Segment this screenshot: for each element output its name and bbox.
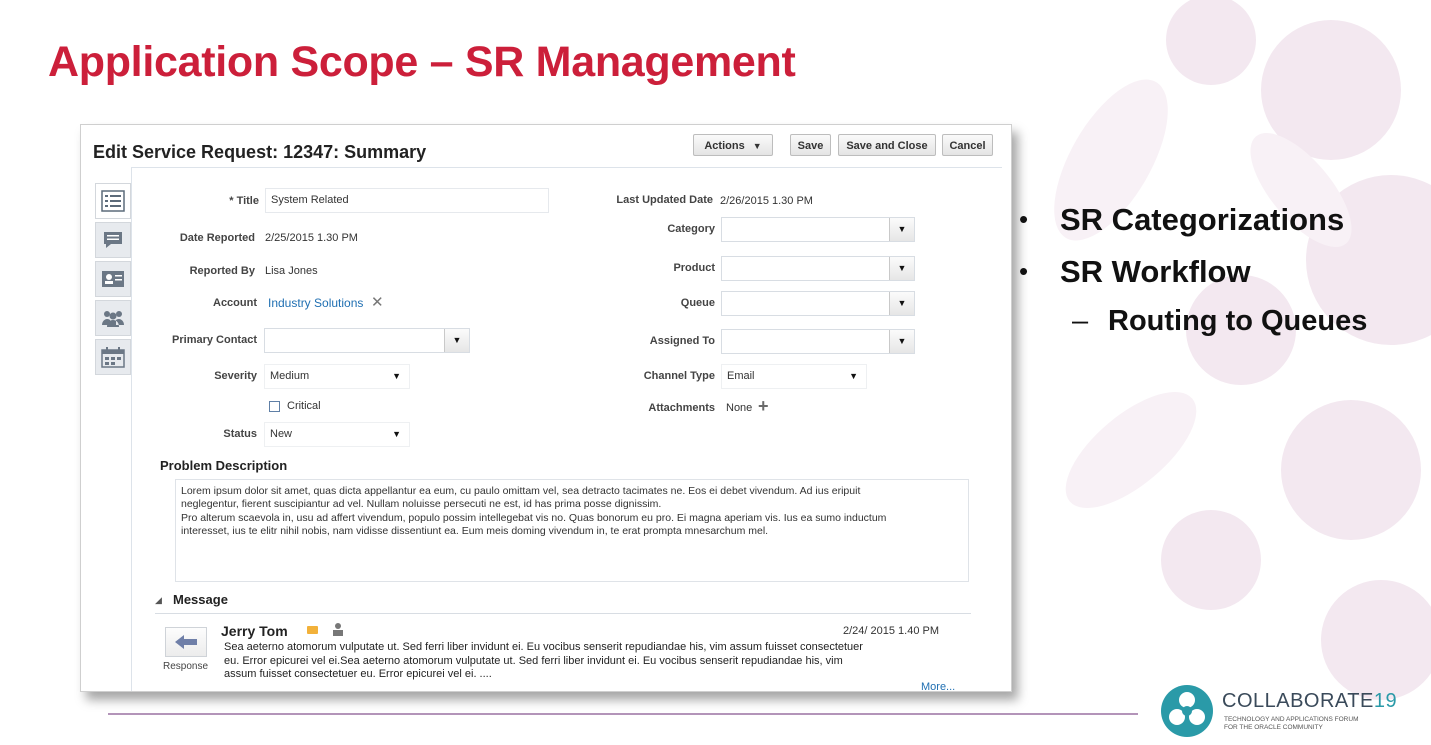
logo-tagline-line: TECHNOLOGY AND APPLICATIONS FORUM xyxy=(1224,716,1359,723)
email-icon xyxy=(307,626,318,634)
primary-contact-label: Primary Contact xyxy=(172,334,257,346)
more-link[interactable]: More... xyxy=(921,681,955,691)
problem-description-textarea[interactable]: Lorem ipsum dolor sit amet, quas dicta a… xyxy=(175,479,969,582)
logo-name: COLLABORATE19 xyxy=(1222,690,1397,713)
logo-year: 19 xyxy=(1373,690,1398,712)
channel-type-value: Email xyxy=(727,370,755,382)
chevron-down-icon: ▼ xyxy=(392,371,401,381)
reported-by-label: Reported By xyxy=(189,265,255,277)
account-label: Account xyxy=(213,297,257,309)
summary-icon[interactable] xyxy=(95,183,131,219)
calendar-icon[interactable] xyxy=(95,339,131,375)
attachments-label: Attachments xyxy=(648,402,715,414)
title-label: * Title xyxy=(229,195,259,207)
response-button[interactable] xyxy=(165,627,207,657)
team-icon[interactable] xyxy=(95,300,131,336)
account-link[interactable]: Industry Solutions xyxy=(268,296,363,310)
category-label: Category xyxy=(667,223,715,235)
date-reported-label: Date Reported xyxy=(179,232,255,244)
edit-service-request-window: Edit Service Request: 12347: Summary Act… xyxy=(80,124,1012,692)
chevron-down-icon[interactable]: ▼ xyxy=(889,257,914,280)
problem-line: Pro alterum scaevola in, usu ad affert v… xyxy=(181,511,887,524)
message-divider xyxy=(155,613,971,614)
actions-menu-button[interactable]: Actions ▼ xyxy=(693,134,773,156)
chevron-down-icon: ▼ xyxy=(392,429,401,439)
problem-line: Lorem ipsum dolor sit amet, quas dicta a… xyxy=(181,485,861,497)
actions-label: Actions xyxy=(704,140,745,152)
product-combobox[interactable]: ▼ xyxy=(721,256,915,281)
save-button[interactable]: Save xyxy=(790,134,831,156)
title-input[interactable]: System Related xyxy=(265,188,549,213)
category-combobox[interactable]: ▼ xyxy=(721,217,915,242)
problem-line: neglegentur, fierent suscipiantur ad vel… xyxy=(181,498,662,511)
status-value: New xyxy=(270,428,293,440)
assigned-to-combobox[interactable]: ▼ xyxy=(721,329,915,354)
channel-type-label: Channel Type xyxy=(643,370,715,382)
last-updated-value: 2/26/2015 1.30 PM xyxy=(720,195,813,207)
messages-icon[interactable] xyxy=(95,222,131,258)
status-label: Status xyxy=(223,428,257,440)
message-body: Sea aeterno atomorum vulputate ut. Sed f… xyxy=(224,641,954,682)
remove-account-icon[interactable]: ✕ xyxy=(371,293,384,311)
critical-label: Critical xyxy=(287,400,321,412)
person-icon xyxy=(332,622,344,639)
message-line: Sea aeterno atomorum vulputate ut. Sed f… xyxy=(224,641,863,653)
page-title: Edit Service Request: 12347: Summary xyxy=(93,142,427,162)
last-updated-label: Last Updated Date xyxy=(616,194,713,206)
add-attachment-icon[interactable]: + xyxy=(758,396,769,417)
chevron-down-icon: ▼ xyxy=(849,371,858,381)
problem-line: interesset, ius te elitr nihil nobis, na… xyxy=(181,524,769,537)
reported-by-value: Lisa Jones xyxy=(265,265,318,277)
bullet-sr-workflow: SR Workflow xyxy=(1060,254,1251,289)
chevron-down-icon[interactable]: ▼ xyxy=(889,330,914,353)
side-tab-strip xyxy=(95,183,131,378)
collaborate-logo-icon xyxy=(1161,685,1213,737)
collapse-triangle-icon[interactable]: ◢ xyxy=(155,595,162,606)
chevron-down-icon: ▼ xyxy=(752,141,762,151)
arrow-left-icon xyxy=(175,635,197,649)
chevron-down-icon[interactable]: ▼ xyxy=(444,329,469,352)
date-reported-value: 2/25/2015 1.30 PM xyxy=(265,232,358,244)
assigned-to-label: Assigned To xyxy=(649,335,715,347)
chevron-down-icon[interactable]: ▼ xyxy=(889,292,914,315)
product-label: Product xyxy=(673,262,715,274)
bullet-marker: • xyxy=(1019,204,1029,234)
logo-tagline-line: FOR THE ORACLE COMMUNITY xyxy=(1224,724,1323,731)
save-and-close-button[interactable]: Save and Close xyxy=(838,134,936,156)
severity-label: Severity xyxy=(214,370,257,382)
severity-select[interactable]: Medium ▼ xyxy=(264,364,410,389)
queue-label: Queue xyxy=(680,297,715,309)
severity-value: Medium xyxy=(270,370,310,382)
footer-divider xyxy=(108,713,1138,715)
bullet-sr-categorizations: SR Categorizations xyxy=(1060,202,1345,237)
critical-checkbox[interactable] xyxy=(269,401,280,412)
bullet-routing-to-queues: Routing to Queues xyxy=(1108,305,1368,337)
queue-combobox[interactable]: ▼ xyxy=(721,291,915,316)
cancel-button[interactable]: Cancel xyxy=(942,134,993,156)
bullet-marker: • xyxy=(1019,256,1029,286)
response-label: Response xyxy=(163,661,209,672)
chevron-down-icon[interactable]: ▼ xyxy=(889,218,914,241)
message-heading[interactable]: Message xyxy=(173,592,228,607)
logo-name-text: COLLABORATE xyxy=(1222,690,1374,712)
logo-tagline: TECHNOLOGY AND APPLICATIONS FORUM FOR TH… xyxy=(1224,716,1414,732)
status-select[interactable]: New ▼ xyxy=(264,422,410,447)
message-line: assum fuisset consectetuer eu. Error epi… xyxy=(224,668,492,681)
slide-title: Application Scope – SR Management xyxy=(48,38,796,86)
attachments-value: None xyxy=(726,402,753,414)
problem-description-heading: Problem Description xyxy=(160,458,288,473)
sub-bullet-marker: – xyxy=(1072,305,1089,337)
message-timestamp: 2/24/ 2015 1.40 PM xyxy=(843,625,940,637)
contact-card-icon[interactable] xyxy=(95,261,131,297)
message-line: eu. Error epicurei vel ei.Sea aeterno at… xyxy=(224,654,843,667)
message-author: Jerry Tom xyxy=(221,623,288,639)
channel-type-select[interactable]: Email ▼ xyxy=(721,364,867,389)
primary-contact-combobox[interactable]: ▼ xyxy=(264,328,470,353)
